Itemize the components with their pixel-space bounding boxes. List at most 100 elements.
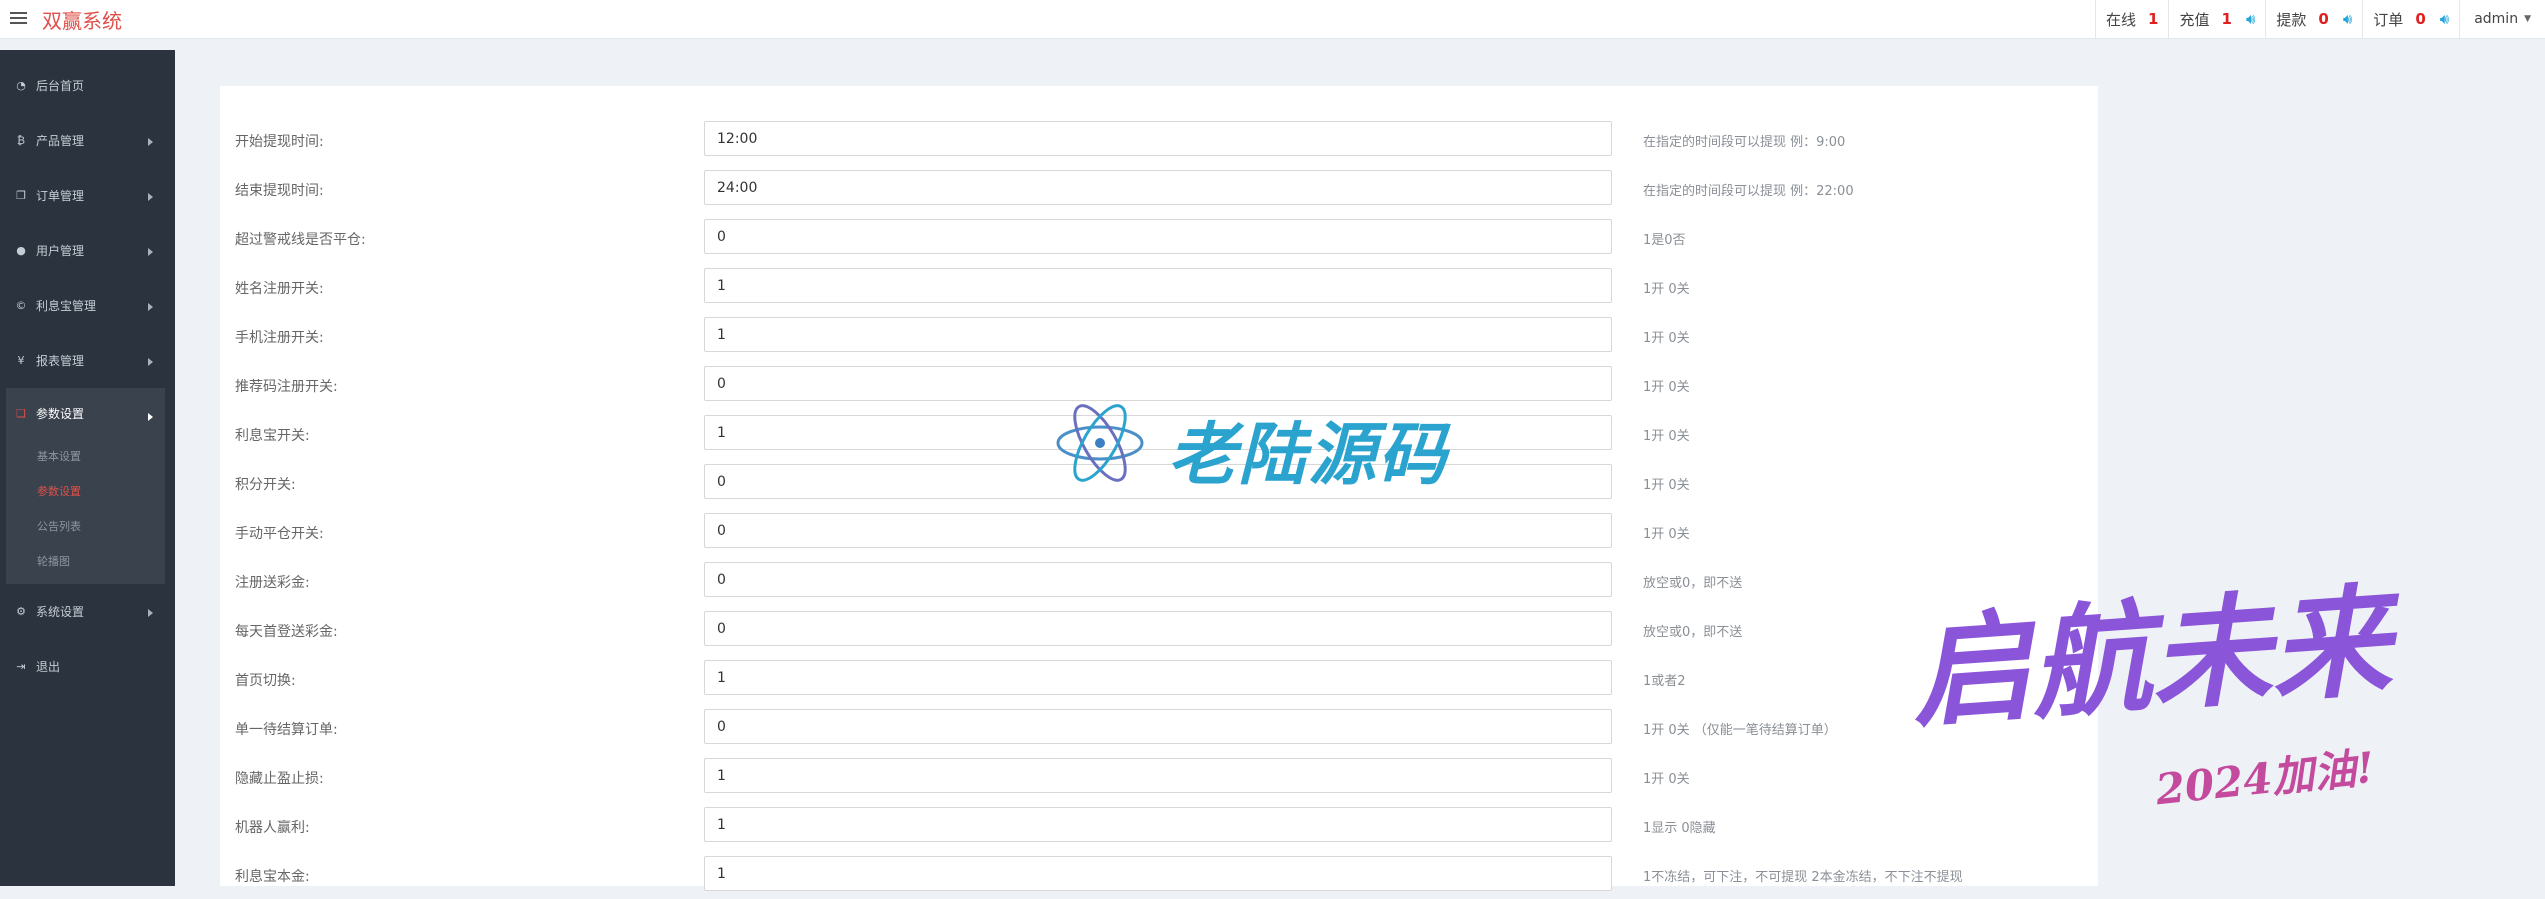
form-row: 利息宝本金: 1不冻结，可下注，不可提现 2本金冻结，不下注不提现 bbox=[220, 850, 2098, 899]
form-row: 姓名注册开关: 1开 0关 bbox=[220, 262, 2098, 311]
stat-online[interactable]: 在线 1 bbox=[2095, 0, 2168, 38]
sub-item-notices[interactable]: 公告列表 bbox=[6, 508, 165, 543]
daily-login-bonus-input[interactable] bbox=[704, 611, 1612, 646]
sidebar-item-label: 订单管理 bbox=[36, 189, 85, 203]
end-withdraw-time-input[interactable] bbox=[704, 170, 1612, 205]
speaker-icon[interactable]: 🔊︎ bbox=[2440, 10, 2449, 28]
stat-withdraw[interactable]: 提款 0 🔊︎ bbox=[2265, 0, 2362, 38]
bitcoin-icon: ₿ bbox=[16, 134, 26, 147]
field-label: 姓名注册开关: bbox=[235, 281, 324, 297]
watermark-logo: 老陆源码 bbox=[1050, 393, 1446, 497]
user-icon: ● bbox=[16, 244, 26, 257]
form-row: 积分开关: 1开 0关 bbox=[220, 458, 2098, 507]
dashboard-icon: ◔ bbox=[16, 79, 26, 92]
sidebar-item-system[interactable]: ⚙ 系统设置 bbox=[0, 584, 175, 639]
points-switch-input[interactable] bbox=[704, 464, 1612, 499]
stat-count: 0 bbox=[2318, 10, 2329, 28]
user-menu[interactable]: admin ▼ bbox=[2459, 0, 2545, 38]
sidebar-item-label: 退出 bbox=[36, 660, 61, 674]
sidebar-item-label: 后台首页 bbox=[36, 79, 85, 93]
stat-orders[interactable]: 订单 0 🔊︎ bbox=[2362, 0, 2459, 38]
field-label: 开始提现时间: bbox=[235, 134, 324, 150]
sidebar-item-products[interactable]: ₿ 产品管理 bbox=[0, 113, 175, 168]
chevron-right-icon bbox=[148, 413, 153, 421]
atom-logo-icon bbox=[1056, 404, 1144, 482]
field-hint: 在指定的时间段可以提现 例：22:00 bbox=[1643, 184, 1854, 199]
field-hint: 1开 0关 （仅能一笔待结算订单） bbox=[1643, 723, 1837, 738]
hide-stop-input[interactable] bbox=[704, 758, 1612, 793]
settings-card: 开始提现时间: 在指定的时间段可以提现 例：9:00 结束提现时间: 在指定的时… bbox=[220, 86, 2098, 891]
field-hint: 1开 0关 bbox=[1643, 380, 1690, 395]
sidebar-item-orders[interactable]: ❐ 订单管理 bbox=[0, 168, 175, 223]
copyright-icon: © bbox=[15, 299, 27, 312]
sidebar-item-label: 利息宝管理 bbox=[36, 299, 97, 313]
field-label: 积分开关: bbox=[235, 477, 296, 493]
field-label: 隐藏止盈止损: bbox=[235, 771, 324, 787]
field-hint: 1或者2 bbox=[1643, 674, 1686, 689]
field-label: 推荐码注册开关: bbox=[235, 379, 338, 395]
field-hint: 1开 0关 bbox=[1643, 478, 1690, 493]
stat-recharge[interactable]: 充值 1 🔊︎ bbox=[2168, 0, 2265, 38]
sub-item-params[interactable]: 参数设置 bbox=[6, 473, 165, 508]
chevron-right-icon bbox=[148, 248, 153, 256]
menu-toggle-icon[interactable] bbox=[10, 10, 27, 26]
start-withdraw-time-input[interactable] bbox=[704, 121, 1612, 156]
form-row: 推荐码注册开关: 1开 0关 bbox=[220, 360, 2098, 409]
field-hint: 1开 0关 bbox=[1643, 429, 1690, 444]
field-label: 单一待结算订单: bbox=[235, 722, 338, 738]
sidebar-item-users[interactable]: ● 用户管理 bbox=[0, 223, 175, 278]
field-hint: 放空或0，即不送 bbox=[1643, 576, 1743, 591]
form-row: 超过警戒线是否平仓: 1是0否 bbox=[220, 213, 2098, 262]
chevron-right-icon bbox=[148, 193, 153, 201]
liquidation-input[interactable] bbox=[704, 219, 1612, 254]
register-bonus-input[interactable] bbox=[704, 562, 1612, 597]
interest-switch-input[interactable] bbox=[704, 415, 1612, 450]
form-row: 注册送彩金: 放空或0，即不送 bbox=[220, 556, 2098, 605]
manual-close-input[interactable] bbox=[704, 513, 1612, 548]
gears-icon: ⚙ bbox=[16, 605, 26, 618]
form-row: 开始提现时间: 在指定的时间段可以提现 例：9:00 bbox=[220, 115, 2098, 164]
referral-register-input[interactable] bbox=[704, 366, 1612, 401]
stat-count: 1 bbox=[2148, 10, 2159, 28]
field-hint: 1开 0关 bbox=[1643, 772, 1690, 787]
sidebar-item-logout[interactable]: ⇥ 退出 bbox=[0, 639, 175, 694]
sub-item-carousel[interactable]: 轮播图 bbox=[6, 543, 165, 578]
sidebar-item-interest[interactable]: © 利息宝管理 bbox=[0, 278, 175, 333]
brand-title: 双赢系统 bbox=[42, 9, 122, 33]
form-row: 手动平仓开关: 1开 0关 bbox=[220, 507, 2098, 556]
caret-down-icon: ▼ bbox=[2524, 14, 2531, 24]
single-pending-order-input[interactable] bbox=[704, 709, 1612, 744]
sidebar-item-label: 参数设置 bbox=[36, 406, 85, 421]
phone-register-input[interactable] bbox=[704, 317, 1612, 352]
form-row: 手机注册开关: 1开 0关 bbox=[220, 311, 2098, 360]
sidebar-item-label: 产品管理 bbox=[36, 134, 85, 148]
watermark-logo-text: 老陆源码 bbox=[1168, 416, 1449, 495]
field-label: 手动平仓开关: bbox=[235, 526, 324, 542]
watermark-slogan: 启航未来 2024加油! bbox=[1900, 540, 2540, 880]
sidebar-item-home[interactable]: ◔ 后台首页 bbox=[0, 58, 175, 113]
form-row: 利息宝开关: 1开 0关 bbox=[220, 409, 2098, 458]
speaker-icon[interactable]: 🔊︎ bbox=[2343, 10, 2352, 28]
field-label: 手机注册开关: bbox=[235, 330, 324, 346]
field-hint: 1是0否 bbox=[1643, 233, 1686, 248]
form-row: 隐藏止盈止损: 1开 0关 bbox=[220, 752, 2098, 801]
form-row: 单一待结算订单: 1开 0关 （仅能一笔待结算订单） bbox=[220, 703, 2098, 752]
sidebar-item-label: 报表管理 bbox=[36, 354, 85, 368]
username: admin bbox=[2474, 11, 2519, 27]
home-switch-input[interactable] bbox=[704, 660, 1612, 695]
form-row: 结束提现时间: 在指定的时间段可以提现 例：22:00 bbox=[220, 164, 2098, 213]
sidebar-item-label: 用户管理 bbox=[36, 244, 85, 258]
form-row: 首页切换: 1或者2 bbox=[220, 654, 2098, 703]
sign-out-icon: ⇥ bbox=[16, 660, 26, 673]
copy-icon: ❐ bbox=[16, 189, 26, 202]
field-hint: 1开 0关 bbox=[1643, 527, 1690, 542]
speaker-icon[interactable]: 🔊︎ bbox=[2246, 10, 2255, 28]
sidebar-item-params[interactable]: ❏ 参数设置 bbox=[6, 388, 165, 438]
sidebar-item-reports[interactable]: ¥ 报表管理 bbox=[0, 333, 175, 388]
field-label: 利息宝开关: bbox=[235, 428, 310, 444]
robot-profit-input[interactable] bbox=[704, 807, 1612, 842]
field-label: 注册送彩金: bbox=[235, 575, 310, 591]
name-register-input[interactable] bbox=[704, 268, 1612, 303]
sub-item-basic[interactable]: 基本设置 bbox=[6, 438, 165, 473]
stat-count: 0 bbox=[2415, 10, 2426, 28]
